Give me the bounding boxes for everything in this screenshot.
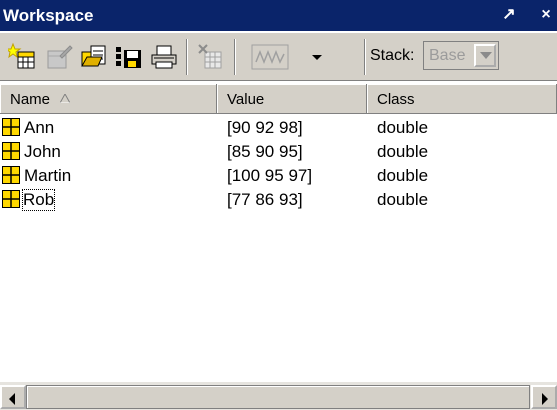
scrollbar-thumb[interactable] [26, 385, 530, 409]
scroll-right-button[interactable] [531, 385, 557, 409]
toolbar-separator [364, 39, 366, 75]
save-workspace-icon[interactable] [114, 42, 144, 72]
delete-icon[interactable] [196, 42, 226, 72]
horizontal-scrollbar[interactable] [0, 382, 557, 410]
toolbar: Stack: Base [0, 33, 557, 81]
close-button[interactable]: × [535, 3, 557, 27]
stack-select[interactable]: Base [423, 41, 499, 70]
workspace-window: Workspace ↗ × Stack: Base Name Value Cla… [0, 0, 557, 410]
variable-value: [85 90 95] [227, 142, 303, 161]
variable-class: double [377, 118, 429, 137]
stack-value: Base [429, 47, 466, 64]
variable-class: double [377, 166, 429, 185]
chevron-down-icon[interactable] [474, 44, 496, 67]
print-icon[interactable] [149, 42, 179, 72]
variable-value: [100 95 97] [227, 166, 313, 185]
arrow-left-icon [9, 393, 15, 405]
column-header-value[interactable]: Value [217, 84, 367, 114]
matrix-icon [2, 190, 20, 208]
column-name-label: Name [10, 91, 51, 108]
column-value-label: Value [227, 91, 265, 108]
title-bar[interactable]: Workspace ↗ × [0, 0, 557, 33]
variable-class: double [377, 190, 429, 209]
scroll-left-button[interactable] [0, 385, 26, 409]
sort-ascending-icon [60, 94, 70, 103]
column-class-label: Class [377, 91, 415, 108]
window-title: Workspace [3, 6, 94, 25]
toolbar-separator [234, 39, 236, 75]
import-data-icon[interactable] [79, 42, 109, 72]
variable-name: Martin [24, 166, 72, 185]
variable-value: [77 86 93] [227, 190, 303, 209]
matrix-icon [2, 142, 20, 160]
variable-name: Rob [21, 189, 56, 211]
variable-list: Ann [90 92 98] double John [85 90 95] do… [0, 114, 557, 382]
open-selection-icon[interactable] [44, 42, 74, 72]
toolbar-separator [186, 39, 188, 75]
variable-value: [90 92 98] [227, 118, 303, 137]
variable-row-ann[interactable]: Ann [90 92 98] double [0, 116, 557, 140]
variable-row-martin[interactable]: Martin [100 95 97] double [0, 164, 557, 188]
variable-row-rob[interactable]: Rob [77 86 93] double [0, 188, 557, 212]
plot-dropdown-icon[interactable] [310, 42, 324, 72]
new-variable-icon[interactable] [4, 42, 38, 72]
arrow-right-icon [542, 393, 548, 405]
list-header: Name Value Class [0, 83, 557, 115]
variable-class: double [377, 142, 429, 161]
column-header-name[interactable]: Name [0, 84, 217, 114]
undock-button[interactable]: ↗ [498, 3, 520, 27]
matrix-icon [2, 118, 20, 136]
variable-name: Ann [24, 118, 55, 137]
stack-label: Stack: [370, 47, 415, 64]
matrix-icon [2, 166, 20, 184]
column-header-class[interactable]: Class [367, 84, 557, 114]
plot-icon[interactable] [250, 42, 310, 72]
variable-name: John [24, 142, 61, 161]
variable-row-john[interactable]: John [85 90 95] double [0, 140, 557, 164]
